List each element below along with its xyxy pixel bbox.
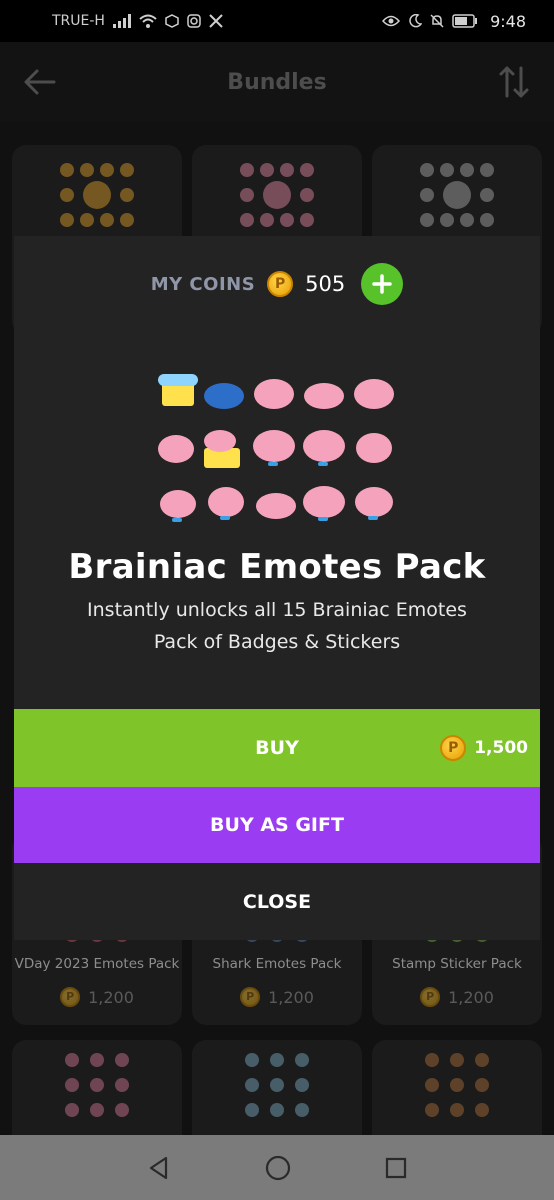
my-coins-label: MY COINS <box>150 273 256 295</box>
clock: 9:48 <box>490 11 526 31</box>
bundle-thumbnail <box>65 1053 129 1117</box>
buy-button-label: BUY <box>255 737 299 759</box>
bundle-card[interactable] <box>372 1040 542 1150</box>
bundle-name: VDay 2023 Emotes Pack <box>14 956 180 972</box>
bundle-price: 1,200 <box>12 987 182 1007</box>
box-icon <box>165 14 179 28</box>
bundle-price: 1,200 <box>372 987 542 1007</box>
app-bar: Bundles <box>0 42 554 122</box>
square-recents-icon[interactable] <box>384 1156 408 1180</box>
bundle-card[interactable] <box>192 1040 362 1150</box>
buy-price: 1,500 <box>440 709 528 787</box>
carrier-label: TRUE-H <box>52 13 105 29</box>
brainiac-pack-artwork <box>158 374 394 522</box>
bundle-name: Stamp Sticker Pack <box>392 956 522 972</box>
pack-title: Brainiac Emotes Pack <box>68 547 486 587</box>
coin-icon <box>267 271 294 297</box>
coin-icon <box>440 735 467 761</box>
buy-price-value: 1,500 <box>474 738 528 758</box>
x-logo-icon <box>209 14 223 28</box>
bell-muted-icon <box>430 14 444 28</box>
bundle-name: Shark Emotes Pack <box>212 956 342 972</box>
bundle-card[interactable] <box>12 1040 182 1150</box>
page-title: Bundles <box>227 69 327 95</box>
eye-icon <box>382 15 401 27</box>
plus-icon <box>372 274 393 294</box>
coin-icon <box>420 987 441 1007</box>
bundle-thumbnail <box>245 1053 309 1117</box>
bundle-price-value: 1,200 <box>268 987 314 1007</box>
bundle-price-value: 1,200 <box>448 987 494 1007</box>
arrow-left-icon[interactable] <box>22 66 58 98</box>
triangle-back-icon[interactable] <box>146 1155 172 1181</box>
coin-icon <box>60 987 81 1007</box>
bundle-price-value: 1,200 <box>88 987 134 1007</box>
close-button[interactable]: CLOSE <box>14 863 540 940</box>
coin-icon <box>240 987 261 1007</box>
moon-icon <box>409 14 423 28</box>
purchase-dialog: MY COINS 505 <box>14 236 540 940</box>
instagram-icon <box>187 14 201 28</box>
system-nav-bar <box>0 1135 554 1200</box>
status-bar: TRUE-H 9:48 <box>0 0 554 42</box>
pack-description: Instantly unlocks all 15 Brainiac Emotes… <box>87 599 467 653</box>
bundle-thumbnail <box>425 1053 489 1117</box>
my-coins-row: MY COINS 505 <box>14 262 540 306</box>
add-coins-button[interactable] <box>361 263 404 305</box>
wifi-icon <box>139 14 157 28</box>
signal-icon <box>112 14 131 28</box>
circle-home-icon[interactable] <box>264 1154 292 1182</box>
sort-arrows-icon[interactable] <box>498 64 530 100</box>
battery-icon <box>452 14 478 28</box>
my-coins-value: 505 <box>305 272 346 296</box>
buy-as-gift-button[interactable]: BUY AS GIFT <box>14 787 540 863</box>
buy-button[interactable]: BUY 1,500 <box>14 709 540 787</box>
bundle-price: 1,200 <box>192 987 362 1007</box>
